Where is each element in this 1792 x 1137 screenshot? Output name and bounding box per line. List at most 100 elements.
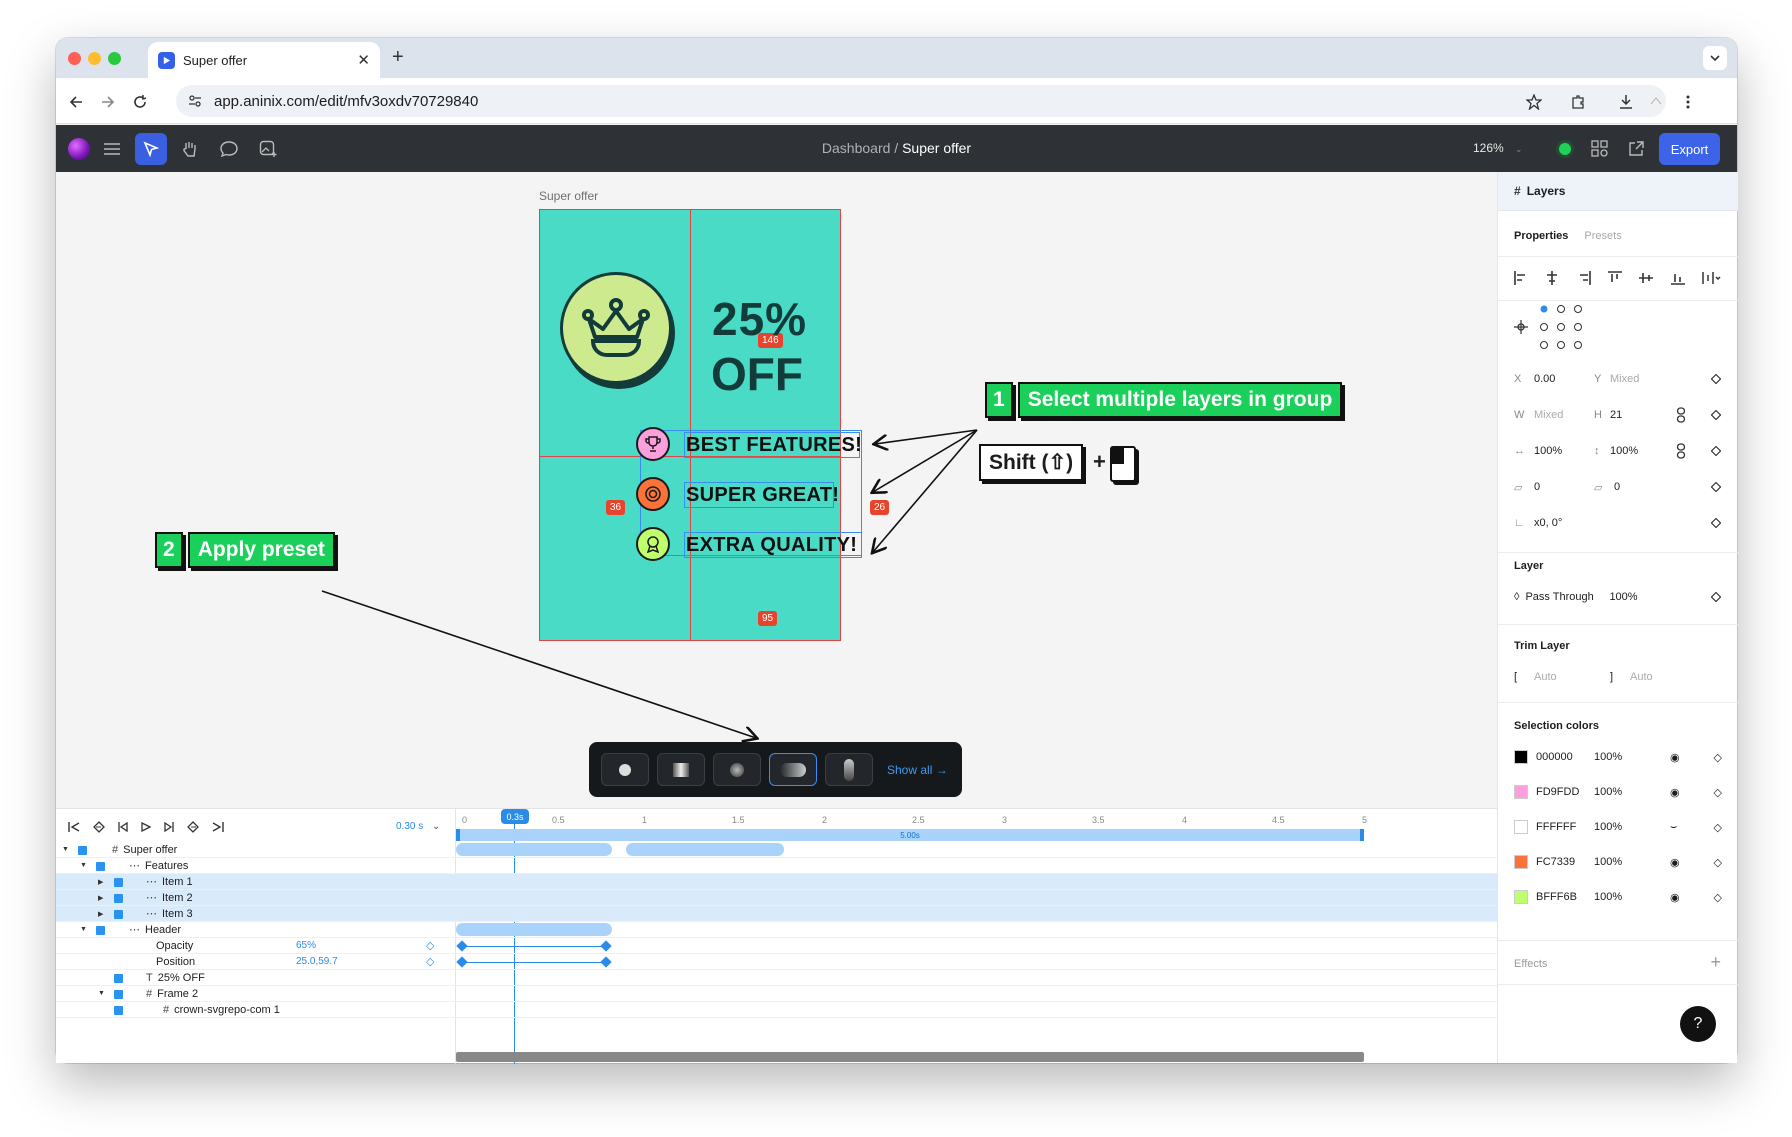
feature-item-3[interactable]: EXTRA QUALITY! (686, 533, 857, 557)
track-row[interactable] (456, 1002, 1497, 1018)
layer-color-tag[interactable] (114, 974, 123, 983)
site-settings-icon[interactable] (188, 94, 202, 108)
layer-color-tag[interactable] (78, 846, 87, 855)
scale-x-field[interactable]: 100% (1534, 445, 1594, 457)
tab-properties[interactable]: Properties (1514, 230, 1568, 242)
track-row[interactable] (456, 858, 1497, 874)
go-to-start-icon[interactable] (68, 822, 80, 832)
radius-field[interactable]: 0 (1614, 481, 1620, 493)
expand-toggle-icon[interactable]: ▶ (98, 910, 103, 918)
layer-super-offer[interactable]: ▼ # Super offer (56, 842, 456, 858)
layers-tab[interactable]: # Layers (1498, 172, 1738, 211)
play-icon[interactable] (141, 822, 151, 832)
help-button[interactable]: ? (1680, 1006, 1716, 1042)
selection-color-row[interactable]: 000000 100% ◉ ◇ (1514, 748, 1722, 766)
layer-header[interactable]: ▼ ⋯ Header (56, 922, 456, 938)
playhead-label[interactable]: 0.3s (501, 809, 529, 824)
track-row[interactable] (456, 954, 1497, 970)
timeline-scrollbar[interactable] (456, 1052, 1364, 1062)
time-readout[interactable]: 0.30 s ⌄ (396, 821, 440, 832)
track-row[interactable] (456, 986, 1497, 1002)
profile-avatar-icon[interactable] (1646, 92, 1666, 112)
layer-color-tag[interactable] (96, 926, 105, 935)
tab-presets[interactable]: Presets (1584, 230, 1621, 242)
layer-color-tag[interactable] (114, 990, 123, 999)
animation-segment[interactable] (456, 923, 612, 936)
link-scale-icon[interactable] (1676, 443, 1686, 459)
link-ratio-icon[interactable] (1676, 407, 1686, 423)
show-all-presets-link[interactable]: Show all → (887, 763, 948, 777)
layer-features[interactable]: ▼ ⋯ Features (56, 858, 456, 874)
expand-toggle-icon[interactable]: ▼ (62, 846, 69, 853)
frame-label[interactable]: Super offer (539, 189, 598, 203)
h-field[interactable]: 21 (1610, 409, 1676, 421)
color-swatch[interactable] (1514, 855, 1528, 869)
forward-button[interactable] (98, 92, 118, 112)
color-swatch[interactable] (1514, 785, 1528, 799)
color-hex[interactable]: FC7339 (1536, 856, 1594, 868)
color-opacity[interactable]: 100% (1594, 891, 1670, 903)
extensions-icon[interactable] (1568, 92, 1588, 112)
expand-toggle-icon[interactable]: ▶ (98, 878, 103, 886)
align-center-v-icon[interactable] (1639, 271, 1654, 285)
keyframe-size-icon[interactable] (1711, 410, 1721, 420)
preset-slide-button[interactable] (769, 753, 817, 786)
keyframe-color-icon[interactable]: ◇ (1714, 821, 1722, 834)
track-row[interactable] (456, 842, 1497, 858)
duration-bar[interactable]: 5.00s (456, 829, 1364, 841)
export-button[interactable]: Export (1659, 133, 1720, 165)
layer-color-tag[interactable] (114, 878, 123, 887)
eye-icon[interactable]: ◉ (1670, 856, 1680, 869)
track-row[interactable] (456, 874, 1497, 890)
trim-end-field[interactable]: Auto (1630, 671, 1653, 683)
color-opacity[interactable]: 100% (1594, 821, 1670, 833)
layer-item-2[interactable]: ▶ ⋯ Item 2 (56, 890, 456, 906)
animation-segment[interactable] (626, 843, 784, 856)
live-status-icon[interactable] (1549, 133, 1581, 165)
timeline-tracks[interactable]: 0 0.5 1 1.5 2 2.5 3 3.5 4 4.5 5 0.3s 5.00s (456, 809, 1497, 1064)
new-tab-button[interactable]: + (392, 46, 404, 69)
align-top-icon[interactable] (1607, 271, 1622, 285)
track-row[interactable] (456, 938, 1497, 954)
color-swatch[interactable] (1514, 750, 1528, 764)
align-bottom-icon[interactable] (1670, 271, 1685, 285)
track-row[interactable] (456, 906, 1497, 922)
close-window-button[interactable] (68, 52, 81, 65)
animation-segment[interactable] (456, 843, 612, 856)
distribute-icon[interactable] (1702, 271, 1722, 285)
keyframe-skew-icon[interactable] (1711, 482, 1721, 492)
property-position[interactable]: Position 25.0,59.7 ◇ (56, 954, 456, 970)
layer-color-tag[interactable] (114, 894, 123, 903)
property-opacity[interactable]: Opacity 65% ◇ (56, 938, 456, 954)
preset-wipe-button[interactable] (657, 753, 705, 786)
selection-color-row[interactable]: FC7339 100% ◉ ◇ (1514, 853, 1722, 871)
keyframe-origin-icon[interactable] (1711, 518, 1721, 528)
layer-opacity-field[interactable]: 100% (1609, 591, 1637, 603)
keyframe-color-icon[interactable]: ◇ (1714, 856, 1722, 869)
origin-grid[interactable] (1538, 300, 1590, 352)
minimize-window-button[interactable] (88, 52, 101, 65)
preset-rise-button[interactable] (825, 753, 873, 786)
layer-color-tag[interactable] (114, 910, 123, 919)
selection-color-row[interactable]: FFFFFF 100% ⌣ ◇ (1514, 818, 1722, 836)
expand-toggle-icon[interactable]: ▼ (98, 990, 105, 997)
layer-item-1[interactable]: ▶ ⋯ Item 1 (56, 874, 456, 890)
presets-panel-icon[interactable] (1584, 133, 1616, 165)
prev-keyframe-icon[interactable] (93, 821, 105, 833)
scale-y-field[interactable]: 100% (1610, 445, 1676, 457)
headline-off[interactable]: OFF (711, 350, 803, 398)
step-back-icon[interactable] (118, 822, 128, 832)
keyframe-color-icon[interactable]: ◇ (1714, 891, 1722, 904)
selection-color-row[interactable]: FD9FDD 100% ◉ ◇ (1514, 783, 1722, 801)
track-row[interactable] (456, 970, 1497, 986)
eye-hidden-icon[interactable]: ⌣ (1670, 821, 1677, 834)
download-icon[interactable] (1616, 92, 1636, 112)
color-opacity[interactable]: 100% (1594, 786, 1670, 798)
browser-menu-icon[interactable] (1678, 92, 1698, 112)
close-tab-icon[interactable]: ✕ (357, 51, 370, 69)
y-field[interactable]: Mixed (1610, 373, 1639, 385)
color-opacity[interactable]: 100% (1594, 751, 1670, 763)
expand-toggle-icon[interactable]: ▶ (98, 894, 103, 902)
align-right-icon[interactable] (1577, 271, 1591, 285)
go-to-end-icon[interactable] (212, 822, 224, 832)
